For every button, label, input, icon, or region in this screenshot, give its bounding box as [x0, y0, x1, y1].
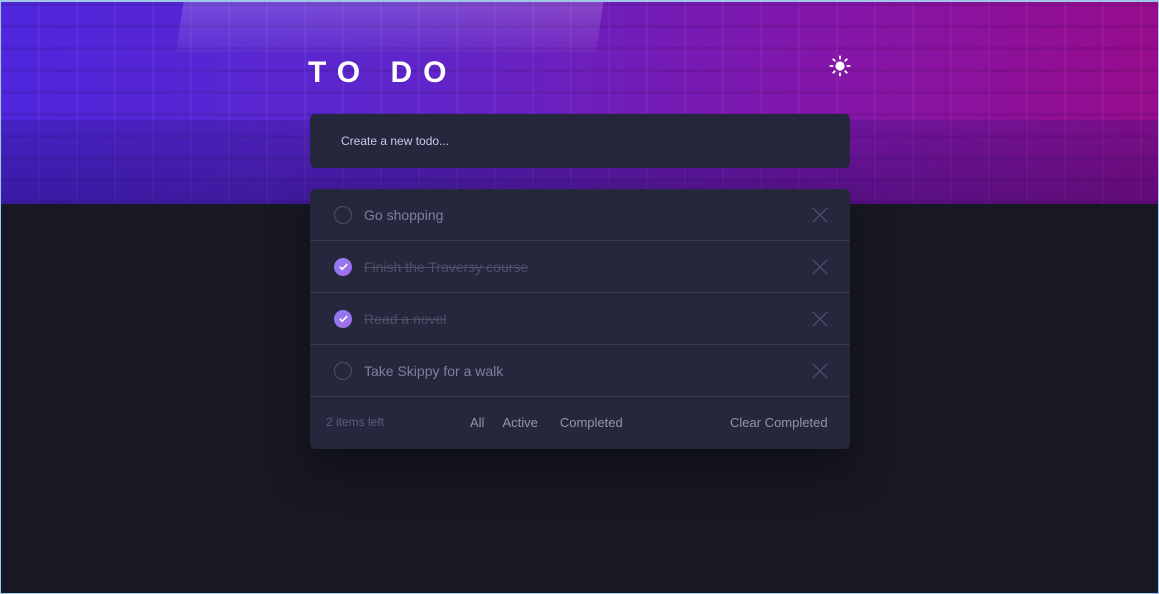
filter-all-button[interactable]: All: [470, 415, 484, 430]
app-title: TO DO: [308, 56, 458, 89]
close-icon[interactable]: [812, 258, 828, 275]
close-icon[interactable]: [812, 206, 828, 223]
todo-checkbox[interactable]: [334, 361, 352, 380]
check-icon: [338, 315, 348, 322]
header-background: [0, 0, 1159, 204]
new-todo-input[interactable]: [310, 114, 850, 168]
todo-list: Go shopping Finish the Traversy course R…: [310, 189, 850, 449]
new-todo-container: [310, 114, 850, 168]
list-item: Take Skippy for a walk: [310, 345, 850, 397]
todo-checkbox[interactable]: [334, 257, 352, 276]
list-item: Go shopping: [310, 189, 850, 241]
todo-footer: 2 items left All Active Completed Clear …: [310, 397, 850, 449]
sun-icon: [829, 55, 851, 77]
filter-group: All Active Completed: [470, 415, 623, 430]
filter-active-button[interactable]: Active: [502, 415, 537, 430]
check-icon: [338, 263, 348, 270]
close-icon[interactable]: [812, 310, 828, 327]
todo-checkbox[interactable]: [334, 205, 352, 224]
todo-text[interactable]: Take Skippy for a walk: [364, 363, 503, 379]
close-icon[interactable]: [812, 362, 828, 379]
theme-toggle-button[interactable]: [826, 52, 854, 80]
items-left-count: 2 items left: [326, 415, 385, 429]
todo-checkbox[interactable]: [334, 309, 352, 328]
filter-completed-button[interactable]: Completed: [560, 415, 623, 430]
list-item: Finish the Traversy course: [310, 241, 850, 293]
todo-text[interactable]: Go shopping: [364, 207, 443, 223]
list-item: Read a novel: [310, 293, 850, 345]
todo-text[interactable]: Finish the Traversy course: [364, 259, 528, 275]
todo-text[interactable]: Read a novel: [364, 311, 447, 327]
clear-completed-button[interactable]: Clear Completed: [730, 415, 828, 430]
